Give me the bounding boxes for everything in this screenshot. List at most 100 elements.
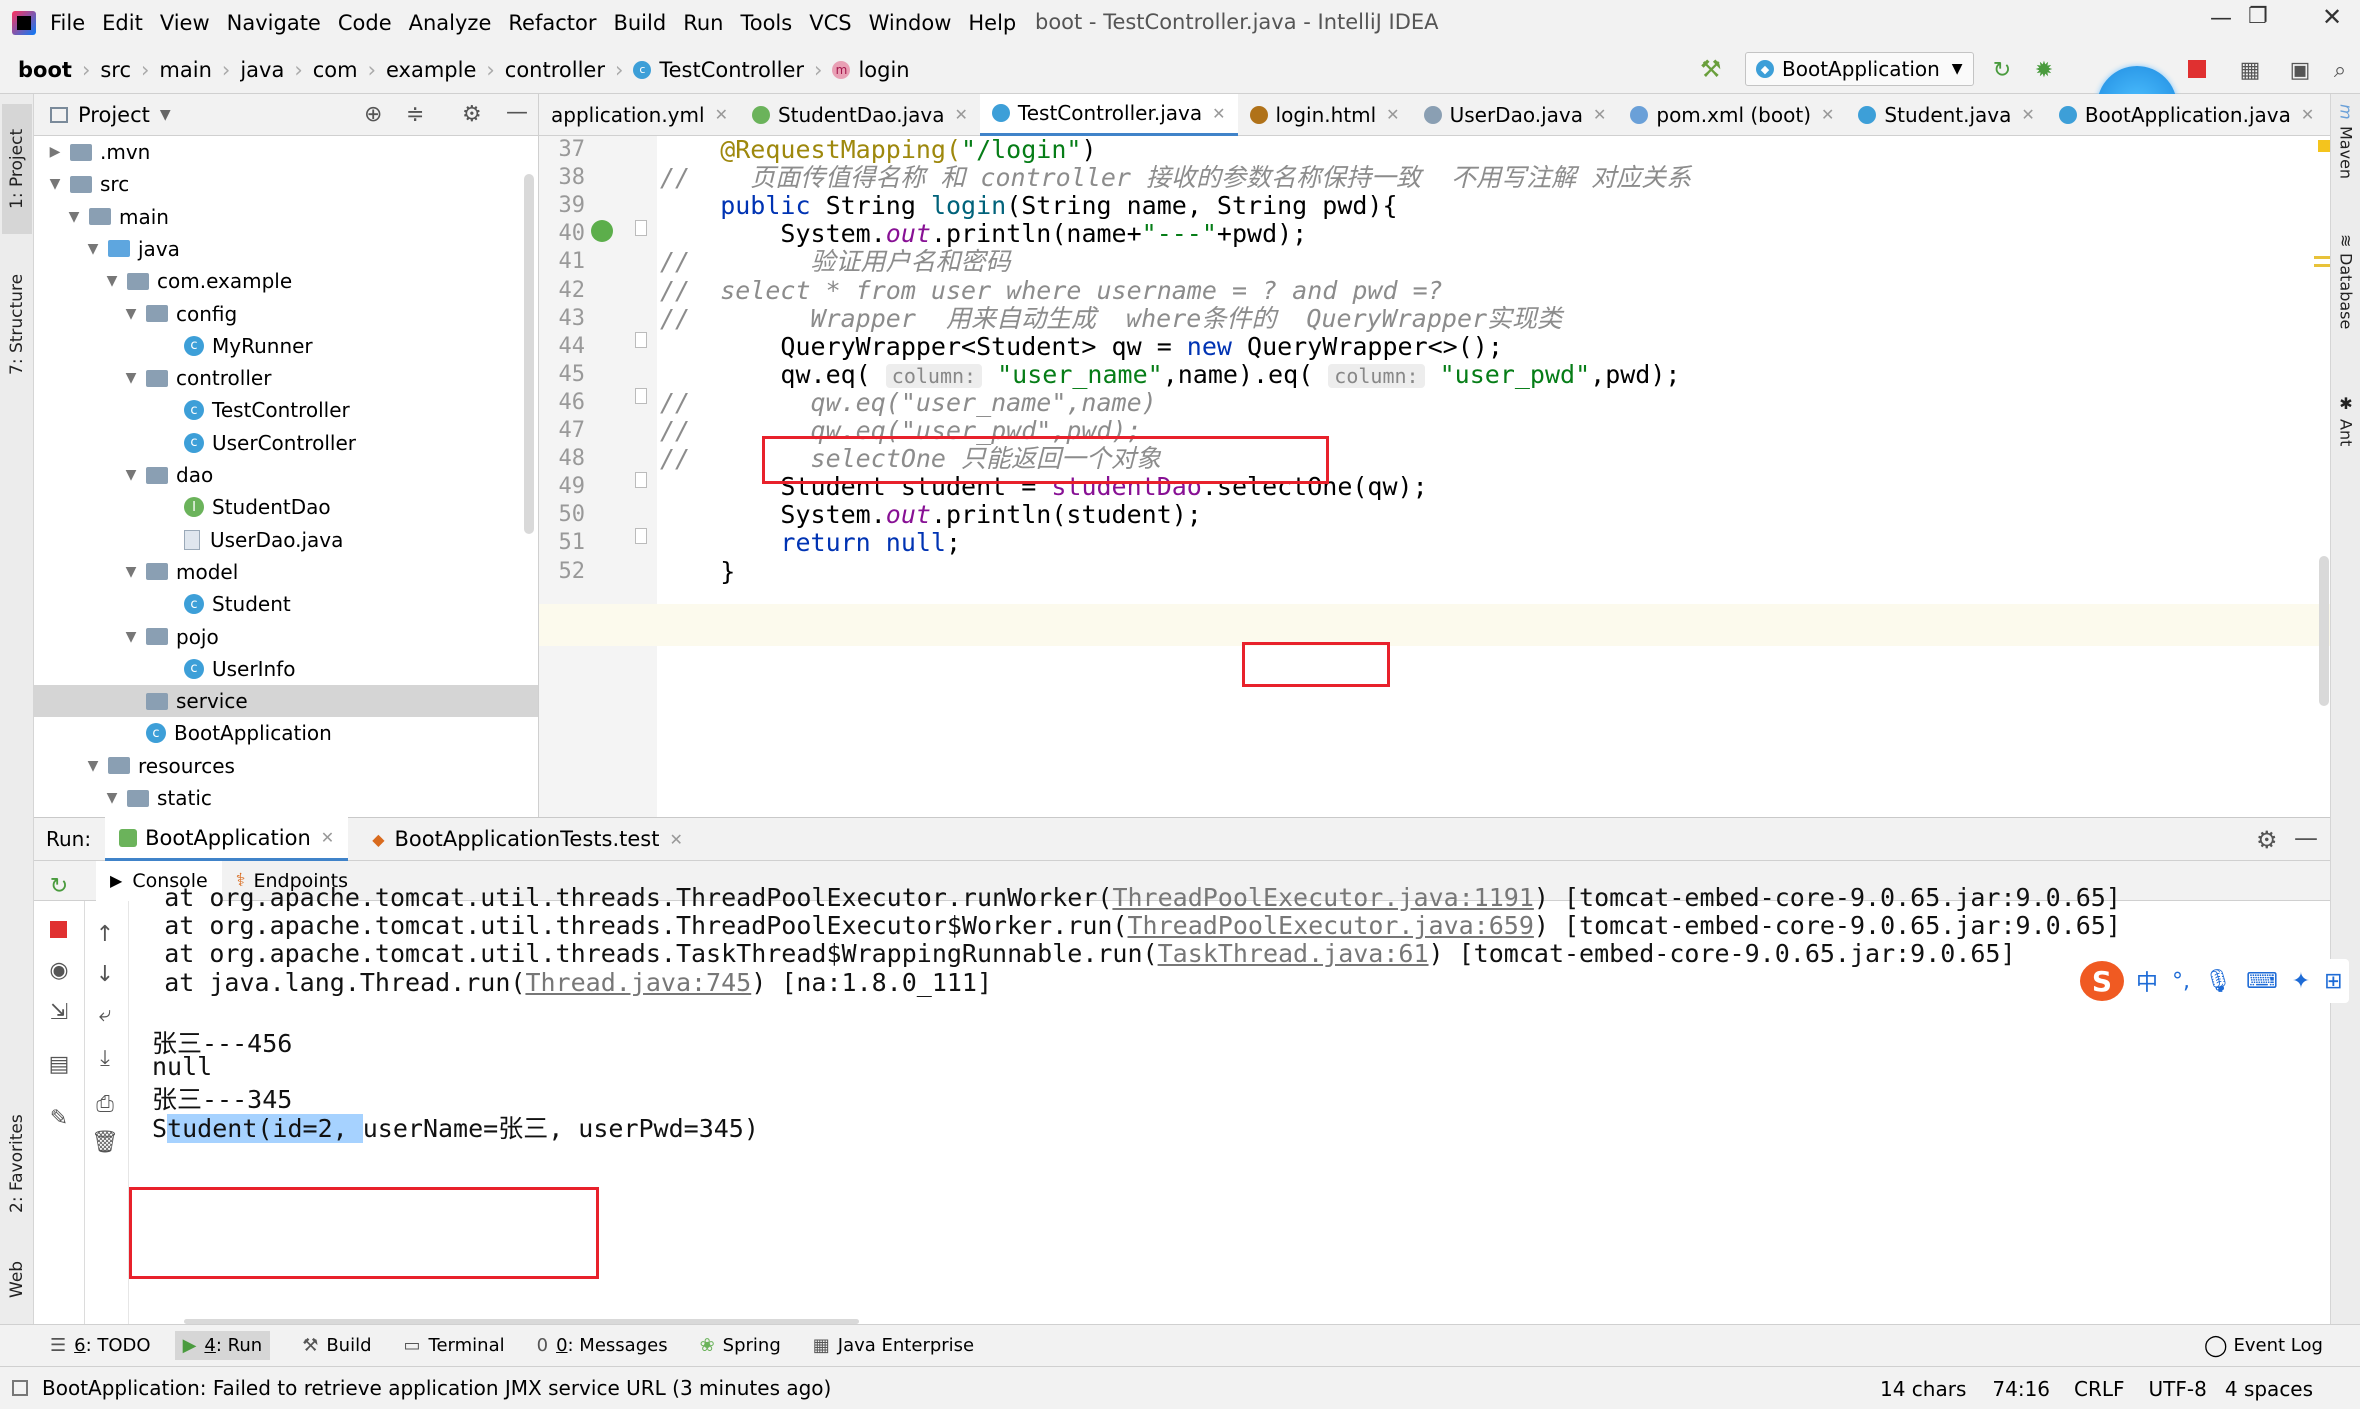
breadcrumb-item[interactable]: com ›: [313, 58, 386, 82]
toolwindow-build[interactable]: ⚒ Build: [302, 1335, 371, 1356]
locate-icon[interactable]: ⊕: [364, 102, 382, 127]
chevron-right-icon[interactable]: ▶: [46, 144, 64, 160]
stacktrace-link[interactable]: Thread.java:745: [525, 968, 751, 997]
tab-favorites[interactable]: 2: Favorites: [2, 1094, 32, 1234]
code-editor[interactable]: 37 38 39 40 41 42 43 44 45 46 47 48 49 50 51 52 @Reques…: [539, 135, 2330, 817]
hide-icon[interactable]: —: [506, 100, 528, 125]
chevron-down-icon[interactable]: ▼: [84, 758, 102, 774]
project-title[interactable]: Project: [78, 103, 150, 127]
close-icon[interactable]: ✕: [669, 830, 682, 849]
build-hammer-icon[interactable]: ⚒: [1700, 55, 1722, 83]
breadcrumb-item[interactable]: src ›: [100, 58, 159, 82]
menu-view[interactable]: View: [160, 11, 210, 35]
tree-node[interactable]: ▼ resources: [34, 750, 538, 782]
tab-structure[interactable]: 7: Structure: [2, 254, 32, 394]
breadcrumb-item[interactable]: example ›: [386, 58, 505, 82]
gear-icon[interactable]: ⚙: [2256, 826, 2278, 854]
tree-node[interactable]: c UserController: [34, 427, 538, 459]
status-position[interactable]: 74:16: [1992, 1377, 2050, 1401]
warning-marker[interactable]: [2318, 140, 2330, 152]
editor-tab[interactable]: BootApplication.java ✕: [2047, 94, 2326, 136]
sogou-logo-icon[interactable]: S: [2080, 961, 2124, 1001]
chevron-down-icon[interactable]: ▼: [122, 629, 140, 645]
stop-icon[interactable]: [2188, 60, 2206, 78]
menu-window[interactable]: Window: [869, 11, 952, 35]
menu-analyze[interactable]: Analyze: [409, 11, 492, 35]
project-structure-icon[interactable]: ▦: [2236, 56, 2264, 84]
tab-maven[interactable]: m Maven: [2333, 104, 2359, 214]
camera-icon[interactable]: ◉: [45, 956, 73, 984]
stacktrace-link[interactable]: ThreadPoolExecutor.java:659: [1128, 911, 1534, 940]
menu-navigate[interactable]: Navigate: [227, 11, 321, 35]
tree-node[interactable]: I StudentDao: [34, 491, 538, 523]
fold-icon[interactable]: [635, 332, 647, 348]
ime-language-icon[interactable]: 中: [2136, 965, 2158, 997]
chevron-down-icon[interactable]: ▼: [103, 790, 121, 806]
status-message[interactable]: BootApplication: Failed to retrieve appl…: [42, 1376, 831, 1400]
toolwindow-messages[interactable]: 00: Messages: [537, 1335, 668, 1356]
close-icon[interactable]: ✕: [1212, 104, 1225, 123]
chevron-down-icon[interactable]: ▼: [122, 306, 140, 322]
tree-scrollbar[interactable]: [524, 174, 534, 534]
layout-icon[interactable]: ▤: [45, 1050, 73, 1078]
editor-tab[interactable]: login.html ✕: [1238, 94, 1412, 136]
rerun-icon[interactable]: ↻: [1988, 56, 2016, 84]
status-indent[interactable]: 4 spaces: [2225, 1377, 2313, 1401]
stacktrace-link[interactable]: ThreadPoolExecutor.java:1191: [1112, 883, 1533, 912]
tree-node[interactable]: c MyRunner: [34, 330, 538, 362]
breadcrumb-item[interactable]: m login: [832, 58, 910, 82]
breadcrumb-item[interactable]: main ›: [159, 58, 240, 82]
tree-node[interactable]: ▼ com.example: [34, 265, 538, 297]
tree-node[interactable]: service: [34, 685, 538, 718]
toolwindow-run[interactable]: ▶ 4: Run: [174, 1331, 271, 1360]
toolbox-icon[interactable]: ⊞: [2324, 969, 2342, 994]
tree-node[interactable]: ▼ java: [34, 233, 538, 265]
skin-icon[interactable]: ✦: [2292, 969, 2310, 994]
close-icon[interactable]: ✕: [1386, 105, 1399, 124]
fold-icon[interactable]: [635, 388, 647, 404]
hide-icon[interactable]: —: [2294, 824, 2318, 852]
toolwindow-javaenterprise[interactable]: ▦ Java Enterprise: [813, 1335, 974, 1356]
layout-icon[interactable]: ▣: [2286, 56, 2314, 84]
menu-file[interactable]: File: [50, 11, 85, 35]
breadcrumb-item[interactable]: java ›: [240, 58, 312, 82]
fold-icon[interactable]: [635, 472, 647, 488]
tree-node[interactable]: c UserInfo: [34, 653, 538, 685]
rerun-icon[interactable]: ↻: [45, 872, 73, 900]
chevron-down-icon[interactable]: ▼: [65, 209, 83, 225]
arrow-up-icon[interactable]: ↑: [91, 920, 119, 948]
menu-edit[interactable]: Edit: [102, 11, 143, 35]
search-everywhere-icon[interactable]: ⌕: [2326, 56, 2354, 84]
collapse-all-icon[interactable]: ≑: [406, 102, 424, 127]
tree-node[interactable]: ▼ static: [34, 782, 538, 814]
soft-wrap-icon[interactable]: ⤶: [91, 1000, 119, 1028]
tree-node[interactable]: ▼ controller: [34, 362, 538, 394]
tab-project[interactable]: 1: Project: [2, 104, 32, 234]
chevron-down-icon[interactable]: ▼: [122, 370, 140, 386]
microphone-icon[interactable]: 🎙︎: [2204, 969, 2232, 994]
keyboard-icon[interactable]: ⌨: [2246, 969, 2278, 994]
run-config-select[interactable]: ◆ BootApplication ▼: [1745, 52, 1974, 86]
restore-button[interactable]: ❐: [2248, 4, 2268, 29]
chevron-down-icon[interactable]: ▼: [122, 564, 140, 580]
trash-icon[interactable]: 🗑︎: [91, 1128, 119, 1156]
chevron-down-icon[interactable]: ▼: [103, 273, 121, 289]
close-button[interactable]: ✕: [2322, 3, 2342, 31]
editor-scrollbar[interactable]: [2319, 556, 2329, 706]
close-icon[interactable]: ✕: [2021, 105, 2034, 124]
close-icon[interactable]: ✕: [955, 105, 968, 124]
tree-node[interactable]: ▼ main: [34, 201, 538, 233]
tree-node[interactable]: c TestController: [34, 394, 538, 426]
status-line-separator[interactable]: CRLF: [2074, 1377, 2125, 1401]
pin-icon[interactable]: ✎: [45, 1104, 73, 1132]
tree-node[interactable]: ▼ src: [34, 168, 538, 200]
tab-ant[interactable]: ✱ Ant: [2333, 394, 2359, 484]
fold-icon[interactable]: [635, 528, 647, 544]
exit-icon[interactable]: ⇲: [45, 998, 73, 1026]
tab-database[interactable]: ≋ Database: [2333, 234, 2359, 384]
breadcrumb-item[interactable]: boot ›: [18, 58, 100, 82]
menu-help[interactable]: Help: [968, 11, 1016, 35]
chevron-down-icon[interactable]: ▼: [160, 107, 171, 123]
fold-icon[interactable]: [635, 220, 647, 236]
close-icon[interactable]: ✕: [2301, 105, 2314, 124]
